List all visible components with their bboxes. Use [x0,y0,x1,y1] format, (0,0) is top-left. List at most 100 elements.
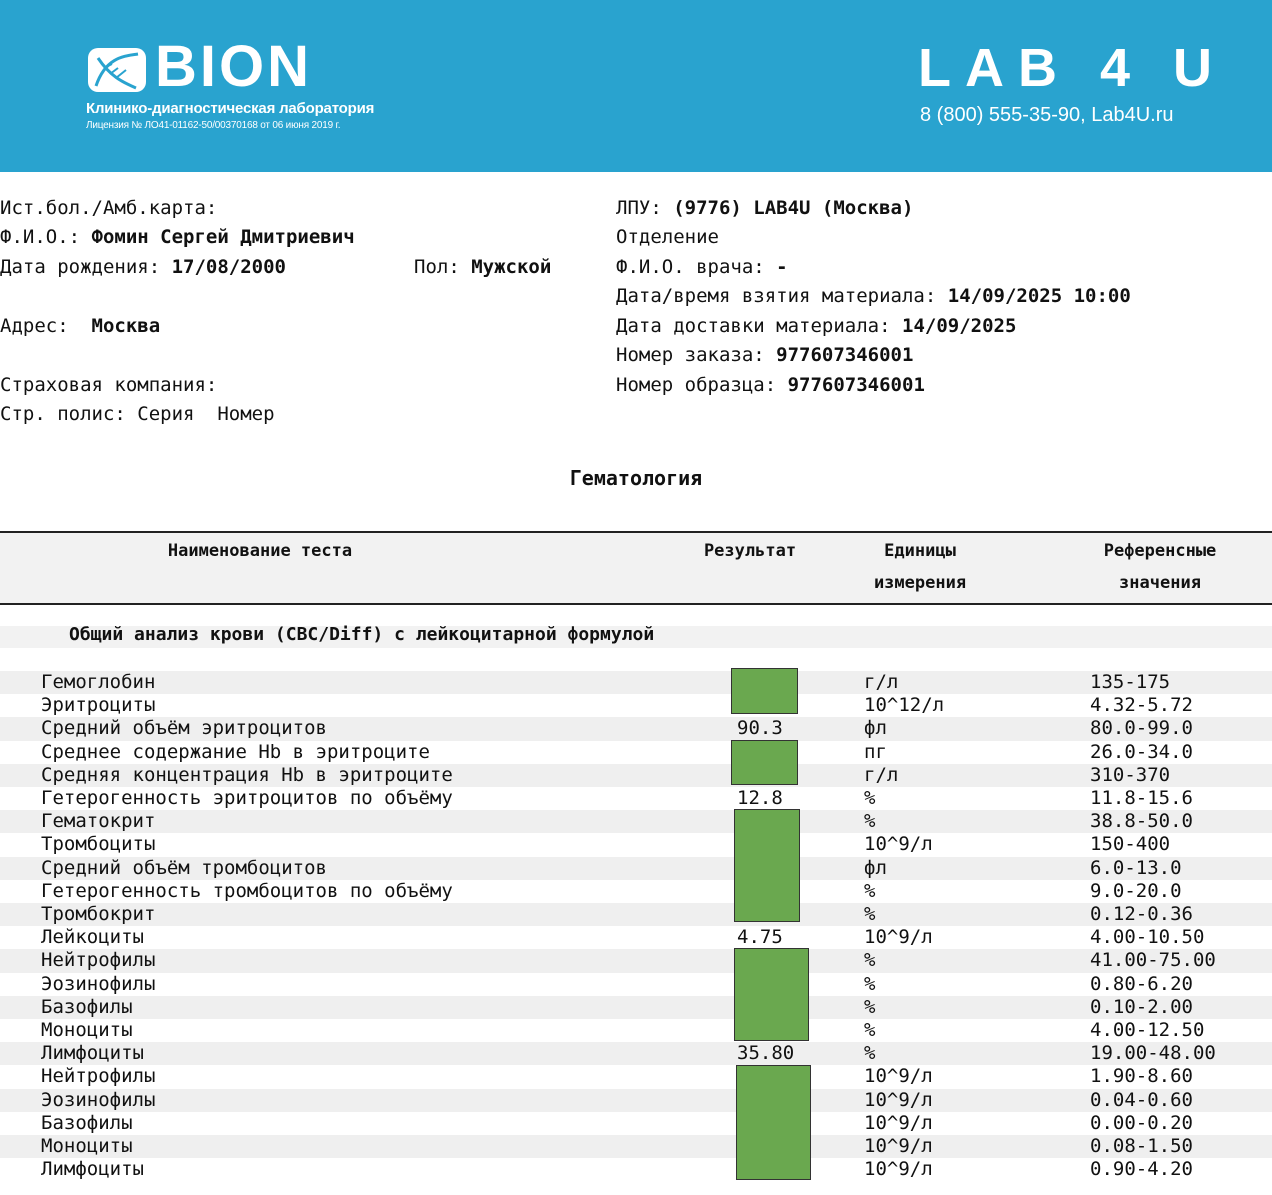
table-row: Лимфоциты 35.80% 19.00-48.00 [0,1042,1272,1066]
policy-line: Стр. полис: Серия Номер [0,403,275,425]
test-unit: 10^9/л [864,1088,933,1111]
table-row: Тромбокрит% 0.12-0.36 [0,903,1272,927]
collected-label: Дата/время взятия материала: [616,285,937,307]
lpu-value: (9776) LAB4U (Москва) [673,197,914,219]
test-name: Лимфоциты [41,1158,144,1181]
test-reference: 9.0-20.0 [1090,879,1182,902]
lpu-label: ЛПУ: [616,197,662,219]
table-row: Базофилы 10^9/л 0.00-0.20 [0,1112,1272,1135]
fio-label: Ф.И.О.: [0,226,81,248]
test-unit: фл [864,717,887,740]
test-reference: 0.00-0.20 [1090,1111,1193,1134]
patient-dob: 17/08/2000 [171,256,286,278]
test-name: Средняя концентрация Hb в эритроците [41,763,453,786]
table-row: Нейтрофилы% 41.00-75.00 [0,949,1272,973]
test-reference: 4.32-5.72 [1090,694,1193,717]
test-name: Эритроциты [41,694,156,717]
col-units-header-line1: Единицы [884,541,956,561]
test-unit: % [864,972,876,995]
department-label: Отделение [616,226,719,248]
test-unit: % [864,903,876,925]
patient-address: Москва [91,315,161,337]
insurance-line: Страховая компания: [0,374,217,396]
table-row: Базофилы% 0.10-2.00 [0,995,1272,1019]
group-title: Общий анализ крови (CBC/Diff) с лейкоцит… [69,624,655,645]
test-name: Гемоглобин [41,671,156,693]
test-unit: 10^9/л [864,1158,933,1181]
test-unit: % [864,1042,876,1065]
col-units-header-line2: измерения [873,573,967,593]
delivered-value: 14/09/2025 [902,315,1017,337]
brand-subtitle: Клинико-диагностическая лаборатория [86,100,375,117]
table-row: Гетерогенность эритроцитов по объёму 12.8… [0,787,1272,810]
table-row: Нейтрофилы 10^9/л 1.90-8.60 [0,1065,1272,1088]
doctor-label: Ф.И.О. врача: [616,256,765,278]
redaction-mask [734,948,809,1041]
redaction-mask [734,809,800,922]
sex-label: Пол: [414,256,460,278]
test-name: Базофилы [41,995,133,1018]
order-number-label: Номер заказа: [616,344,765,366]
test-reference: 19.00-48.00 [1090,1042,1216,1065]
test-name: Тромбоциты [41,833,156,856]
test-reference: 0.10-2.00 [1090,995,1193,1018]
address-label: Адрес: [0,315,69,337]
dob-line: Дата рождения: 17/08/2000 [0,256,286,278]
test-reference: 6.0-13.0 [1090,856,1182,879]
brand-name: BION [155,34,312,99]
redaction-mask [736,1065,811,1180]
test-unit: % [864,879,876,902]
test-reference: 4.00-10.50 [1090,926,1205,949]
test-name: Базофилы [41,1111,133,1134]
delivered-label: Дата доставки материала: [616,315,891,337]
order-number-line: Номер заказа: 977607346001 [616,344,913,366]
test-result: 90.3 [737,717,783,740]
test-reference: 1.90-8.60 [1090,1065,1193,1088]
test-reference: 0.80-6.20 [1090,972,1193,995]
doctor-line: Ф.И.О. врача: - [616,256,788,278]
section-title: Гематология [569,466,703,490]
test-unit: фл [864,856,887,879]
test-name: Эозинофилы [41,972,156,995]
collected-line: Дата/время взятия материала: 14/09/2025 … [616,285,1131,307]
col-result-header: Результат [703,541,797,561]
test-result: 12.8 [737,787,783,809]
doctor-value: - [776,256,788,278]
policy-number-label: Номер [217,403,275,425]
sample-number-line: Номер образца: 977607346001 [616,374,925,396]
test-reference: 26.0-34.0 [1090,740,1193,763]
sample-number: 977607346001 [787,374,925,396]
table-row: Лейкоциты 4.75 10^9/л 4.00-10.50 [0,926,1272,949]
test-reference: 0.08-1.50 [1090,1135,1193,1157]
test-unit: 10^9/л [864,1065,933,1088]
table-row: Лимфоциты 10^9/л 0.90-4.20 [0,1158,1272,1181]
bion-logo-icon [88,48,146,92]
redaction-mask [731,740,798,785]
test-unit: % [864,787,876,809]
insurance-label: Страховая компания: [0,374,218,396]
test-reference: 310-370 [1090,763,1171,786]
address-line: Адрес: Москва [0,315,160,337]
test-name: Гематокрит [41,810,156,833]
table-row: Средняя концентрация Hb в эритроците г/л 3… [0,763,1272,787]
table-row: Гематокрит% 38.8-50.0 [0,810,1272,834]
license-text: Лицензия № ЛО41-01162-50/00370168 от 06 … [86,120,341,131]
test-reference: 0.04-0.60 [1090,1088,1193,1111]
test-reference: 80.0-99.0 [1090,717,1193,740]
test-result: 35.80 [737,1042,795,1065]
test-name: Моноциты [41,1135,133,1157]
test-reference: 4.00-12.50 [1090,1019,1205,1041]
test-reference: 0.12-0.36 [1090,903,1193,925]
test-unit: 10^9/л [864,926,933,949]
col-ref-header-line2: значения [1119,573,1201,593]
test-reference: 11.8-15.6 [1090,787,1193,809]
patient-sex: Мужской [471,256,552,278]
card-line: Ист.бол./Амб.карта: [0,197,217,219]
test-name: Средний объём эритроцитов [41,717,327,740]
test-unit: 10^9/л [864,1111,933,1134]
patient-name: Фомин Сергей Дмитриевич [91,226,355,248]
partner-contact: 8 (800) 555-35-90, Lab4U.ru [920,104,1174,126]
table-row: Эозинофилы 10^9/л 0.04-0.60 [0,1088,1272,1112]
test-name: Среднее содержание Hb в эритроците [41,740,430,763]
fio-line: Ф.И.О.: Фомин Сергей Дмитриевич [0,226,355,248]
